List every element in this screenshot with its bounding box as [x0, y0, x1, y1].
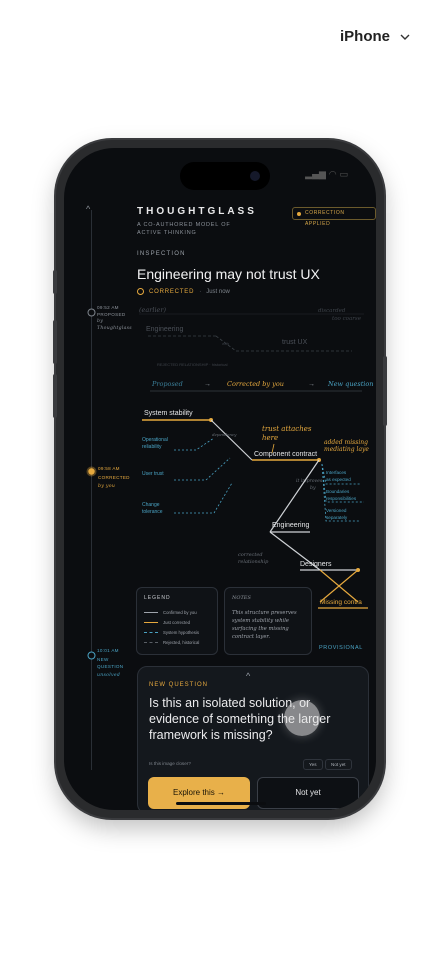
hint-text: Is this image closer?: [149, 761, 191, 766]
edge-stability-contract: [210, 419, 253, 461]
action-button: [53, 270, 57, 294]
home-indicator[interactable]: [176, 802, 266, 805]
note-added-missing: added missing: [324, 439, 368, 446]
legend-label: Just corrected: [163, 620, 190, 625]
chevron-up-icon[interactable]: ^: [246, 671, 250, 681]
flow-proposed: Proposed: [151, 380, 183, 388]
edge-user-trust: [174, 457, 231, 481]
flow-new-question: New question: [327, 380, 373, 388]
dependency-label: dependency: [212, 432, 237, 437]
node-versioned: Versioned: [326, 508, 347, 513]
legend-swatch: [144, 612, 158, 613]
note-relationship: relationship: [238, 559, 269, 565]
legend-item: System hypothesis: [144, 630, 199, 635]
earlier-trust-ux: trust UX: [282, 339, 308, 346]
notes-body: This structure preserves system stabilit…: [232, 610, 297, 640]
note-by: by: [310, 485, 316, 491]
legend-swatch: [144, 642, 158, 643]
device-selector-label: iPhone: [339, 28, 390, 45]
node-operational: Operational: [142, 437, 168, 443]
discarded-note-2: too coarse: [332, 316, 362, 322]
note-corrected: corrected: [238, 552, 263, 558]
legend-label: Confirmed by you: [163, 610, 197, 615]
legend-title: LEGEND: [144, 595, 171, 601]
note-mediating-layer: mediating laye: [324, 446, 369, 453]
node-user-trust: User trust: [142, 471, 164, 477]
flow-arrow-2: →: [308, 381, 315, 388]
earlier-engineering: Engineering: [146, 326, 183, 333]
node-as-expected: as expected: [326, 477, 351, 482]
legend-label: Rejected, historical: [163, 640, 200, 645]
question-text: Is this an isolated solution, or evidenc…: [149, 696, 331, 742]
rejected-label: REJECTED RELATIONSHIP · historical: [157, 362, 228, 367]
node-separately: separately: [326, 515, 348, 520]
flow-corrected: Corrected by you: [227, 380, 284, 388]
legend-panel: LEGEND Confirmed by you Just corrected S…: [136, 587, 218, 655]
node-component-contract: Component contract: [254, 451, 317, 458]
node-boundaries: Boundaries: [326, 489, 350, 494]
earlier-with: with: [222, 341, 229, 346]
device-selector[interactable]: iPhone: [340, 28, 410, 45]
chevron-down-icon: [400, 34, 410, 40]
new-question-label: NEW QUESTION: [149, 682, 209, 688]
new-question-card: ^ NEW QUESTION Is this an isolated solut…: [137, 666, 369, 810]
volume-down-button: [53, 374, 57, 418]
legend-swatch: [144, 632, 158, 633]
not-yet-button[interactable]: Not yet: [257, 777, 359, 809]
earlier-label: (earlier): [139, 306, 166, 314]
app-screen: ▂▄▆ ◠ ▭ ^ THOUGHTGLASS A CO-AUTHORED MOD…: [64, 148, 376, 810]
notes-title: NOTES: [232, 595, 251, 601]
note-here: here: [262, 434, 278, 442]
node-responsibilities: responsibilities: [326, 496, 357, 501]
node-system-stability: System stability: [144, 410, 193, 417]
touch-indicator: [284, 700, 320, 736]
legend-item: Just corrected: [144, 620, 190, 625]
discarded-note: discarded: [318, 308, 346, 314]
legend-item: Confirmed by you: [144, 610, 197, 615]
yes-chip[interactable]: Yes: [303, 759, 323, 770]
node-reliability: reliability: [142, 444, 162, 450]
legend-item: Rejected, historical: [144, 640, 199, 645]
node-engineering: Engineering: [272, 522, 309, 529]
volume-up-button: [53, 320, 57, 364]
phone-frame: ▂▄▆ ◠ ▭ ^ THOUGHTGLASS A CO-AUTHORED MOD…: [53, 140, 387, 818]
note-it-improves: it improves: [296, 478, 323, 484]
edge-operational: [174, 437, 215, 451]
node-tolerance: tolerance: [142, 509, 163, 515]
legend-label: System hypothesis: [163, 630, 200, 635]
flow-arrow-1: →: [204, 381, 211, 388]
node-interfaces: Interfaces: [326, 470, 347, 475]
node-designers: Designers: [300, 561, 332, 568]
legend-swatch: [144, 622, 158, 623]
power-button: [383, 356, 387, 426]
provisional-label: PROVISIONAL: [319, 645, 363, 651]
hint-row: Is this image closer? Yes Not yet: [149, 759, 359, 771]
node-missing-contract: Missing contra: [320, 599, 362, 606]
edge-change: [174, 482, 233, 514]
note-trust-attaches: trust attaches: [262, 425, 312, 433]
node-change: Change: [142, 502, 160, 508]
notes-panel: NOTES This structure preserves system st…: [224, 587, 312, 655]
not-yet-chip[interactable]: Not yet: [325, 759, 352, 770]
